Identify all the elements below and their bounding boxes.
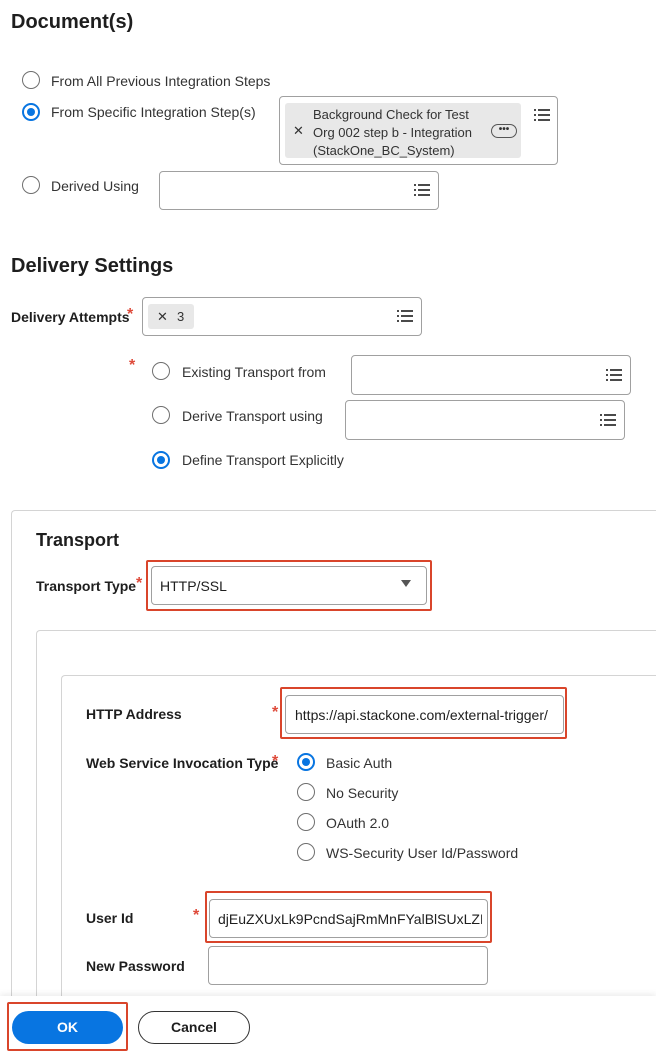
label-ws-security: WS-Security User Id/Password bbox=[326, 845, 519, 861]
selected-step-line2: Org 002 step b - Integration bbox=[313, 125, 472, 140]
list-icon[interactable] bbox=[600, 414, 616, 426]
label-no-security: No Security bbox=[326, 785, 399, 801]
transport-type-select[interactable]: HTTP/SSL bbox=[151, 566, 427, 605]
attempts-chip: ✕ 3 bbox=[148, 304, 194, 329]
selected-step-text: Background Check for Test Org 002 step b… bbox=[313, 106, 472, 160]
transport-section-title: Transport bbox=[36, 530, 120, 550]
selected-step-line3: (StackOne_BC_System) bbox=[313, 143, 455, 158]
derive-transport-prompt[interactable] bbox=[345, 400, 625, 440]
delivery-attempts-prompt[interactable]: ✕ 3 bbox=[142, 297, 422, 336]
radio-derived-using[interactable] bbox=[22, 176, 40, 194]
list-icon[interactable] bbox=[414, 184, 430, 196]
http-address-label: HTTP Address bbox=[86, 706, 182, 722]
radio-basic-auth[interactable] bbox=[297, 753, 315, 771]
radio-specific-steps[interactable] bbox=[22, 103, 40, 121]
http-address-value: https://api.stackone.com/external-trigge… bbox=[295, 707, 548, 723]
required-icon: * bbox=[136, 575, 143, 592]
selected-step-line1: Background Check for Test bbox=[313, 107, 469, 122]
radio-define-transport[interactable] bbox=[152, 451, 170, 469]
http-address-input[interactable]: https://api.stackone.com/external-trigge… bbox=[285, 695, 564, 734]
user-id-value: djEuZXUxLk9PcndSajRmMnFYalBlSUxLZF bbox=[218, 911, 482, 927]
label-all-previous-steps: From All Previous Integration Steps bbox=[51, 73, 271, 89]
label-specific-steps: From Specific Integration Step(s) bbox=[51, 104, 256, 120]
required-icon: * bbox=[129, 357, 136, 374]
radio-ws-security[interactable] bbox=[297, 843, 315, 861]
documents-section-title: Document(s) bbox=[11, 11, 134, 33]
list-icon[interactable] bbox=[397, 310, 413, 322]
transport-type-value: HTTP/SSL bbox=[160, 578, 227, 594]
invocation-type-label: Web Service Invocation Type bbox=[86, 755, 279, 771]
radio-derive-transport[interactable] bbox=[152, 406, 170, 424]
new-password-label: New Password bbox=[86, 958, 185, 974]
chevron-down-icon bbox=[401, 580, 411, 587]
label-derived-using: Derived Using bbox=[51, 178, 139, 194]
required-icon: * bbox=[272, 704, 279, 721]
remove-attempts-icon[interactable]: ✕ bbox=[157, 309, 168, 325]
label-derive-transport: Derive Transport using bbox=[182, 408, 323, 424]
list-icon[interactable] bbox=[606, 369, 622, 381]
radio-all-previous-steps[interactable] bbox=[22, 71, 40, 89]
list-icon[interactable] bbox=[534, 109, 550, 121]
cancel-button[interactable]: Cancel bbox=[138, 1011, 250, 1044]
user-id-label: User Id bbox=[86, 910, 134, 926]
derived-using-prompt[interactable] bbox=[159, 171, 439, 210]
required-icon: * bbox=[127, 306, 134, 323]
selected-step-chip: ✕ Background Check for Test Org 002 step… bbox=[285, 103, 521, 158]
ok-button[interactable]: OK bbox=[12, 1011, 123, 1044]
radio-no-security[interactable] bbox=[297, 783, 315, 801]
attempts-value: 3 bbox=[177, 309, 185, 324]
user-id-input[interactable]: djEuZXUxLk9PcndSajRmMnFYalBlSUxLZF bbox=[209, 899, 488, 938]
label-define-transport: Define Transport Explicitly bbox=[182, 452, 344, 468]
label-oauth: OAuth 2.0 bbox=[326, 815, 390, 831]
remove-step-icon[interactable]: ✕ bbox=[293, 123, 304, 139]
delivery-section-title: Delivery Settings bbox=[11, 255, 174, 277]
new-password-input[interactable] bbox=[208, 946, 488, 985]
radio-existing-transport[interactable] bbox=[152, 362, 170, 380]
related-actions-icon[interactable]: ••• bbox=[491, 124, 517, 138]
specific-steps-prompt[interactable]: ✕ Background Check for Test Org 002 step… bbox=[279, 96, 558, 165]
required-icon: * bbox=[272, 753, 279, 770]
label-existing-transport: Existing Transport from bbox=[182, 364, 326, 380]
radio-oauth[interactable] bbox=[297, 813, 315, 831]
delivery-attempts-label: Delivery Attempts bbox=[11, 309, 130, 325]
required-icon: * bbox=[193, 907, 200, 924]
transport-type-label: Transport Type bbox=[36, 578, 137, 594]
label-basic-auth: Basic Auth bbox=[326, 755, 393, 771]
existing-transport-prompt[interactable] bbox=[351, 355, 631, 395]
